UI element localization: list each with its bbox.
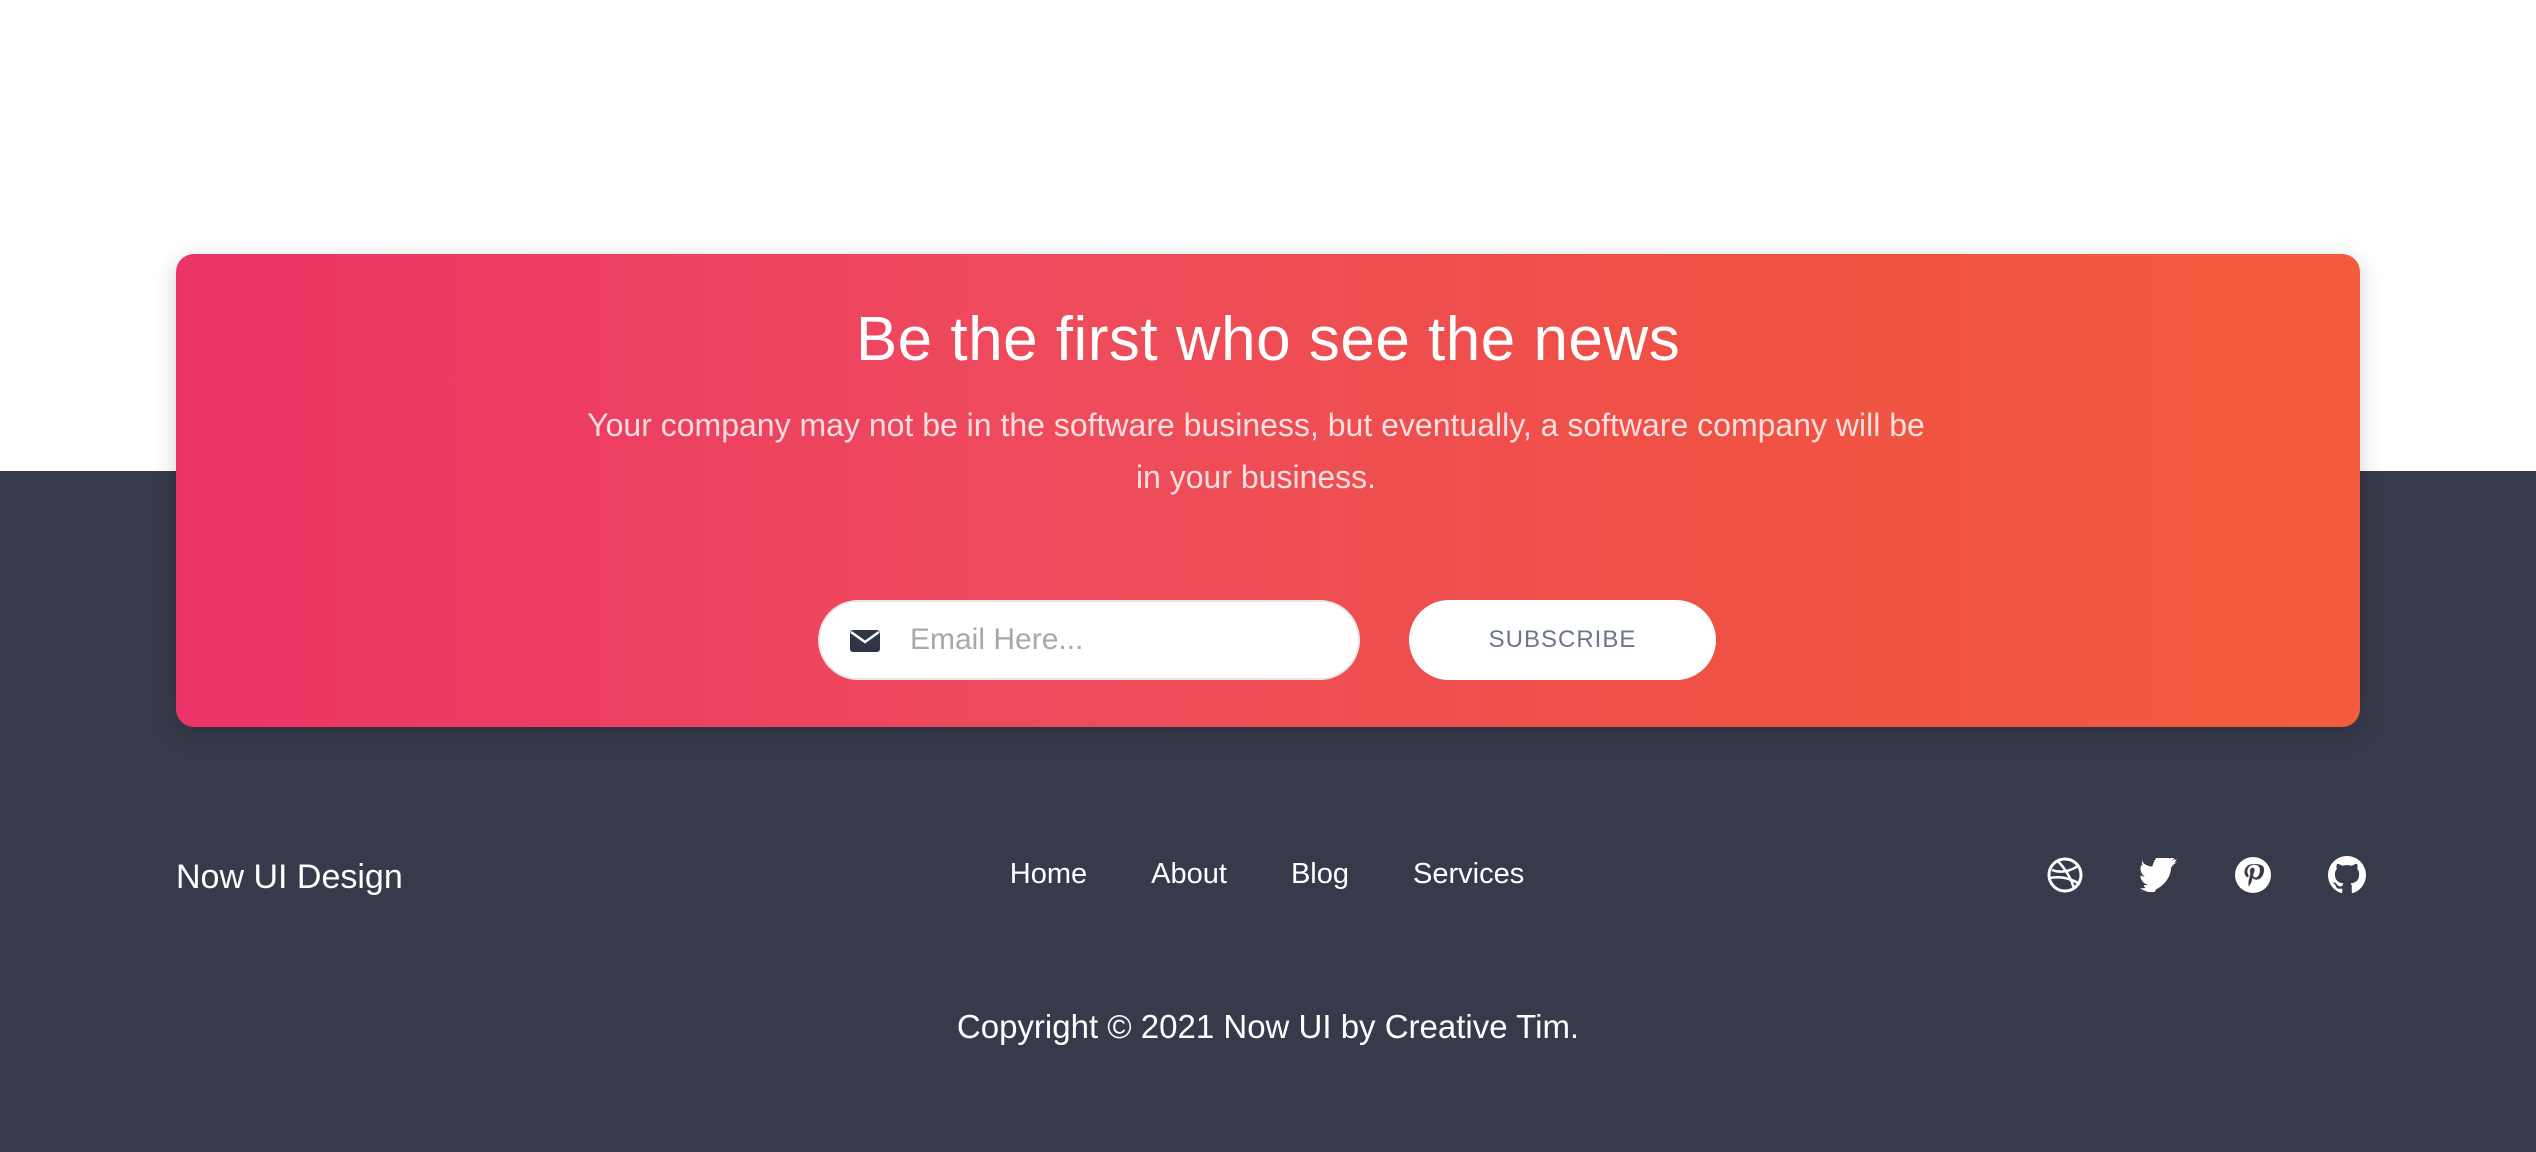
copyright-text: Copyright © 2021 Now UI by Creative Tim.: [956, 1008, 1580, 1045]
twitter-icon[interactable]: [2140, 856, 2178, 894]
github-icon[interactable]: [2328, 856, 2366, 894]
nav-link-blog[interactable]: Blog: [1291, 858, 1349, 891]
page: Be the first who see the news Your compa…: [0, 0, 2536, 1152]
subscribe-button[interactable]: SUBSCRIBE: [1409, 600, 1716, 680]
newsletter-description: Your company may not be in the software …: [587, 407, 1925, 495]
nav-link-about[interactable]: About: [1151, 858, 1227, 891]
email-input[interactable]: [900, 610, 1320, 670]
envelope-icon: [820, 600, 900, 680]
social-links: [2046, 856, 2366, 894]
pinterest-icon[interactable]: [2234, 856, 2272, 894]
newsletter-title: Be the first who see the news: [855, 305, 1681, 374]
dribbble-icon[interactable]: [2046, 856, 2084, 894]
nav-link-home[interactable]: Home: [1010, 858, 1087, 891]
nav-link-services[interactable]: Services: [1413, 858, 1524, 891]
newsletter-card: Be the first who see the news Your compa…: [176, 254, 2360, 727]
email-input-group[interactable]: [818, 600, 1360, 680]
